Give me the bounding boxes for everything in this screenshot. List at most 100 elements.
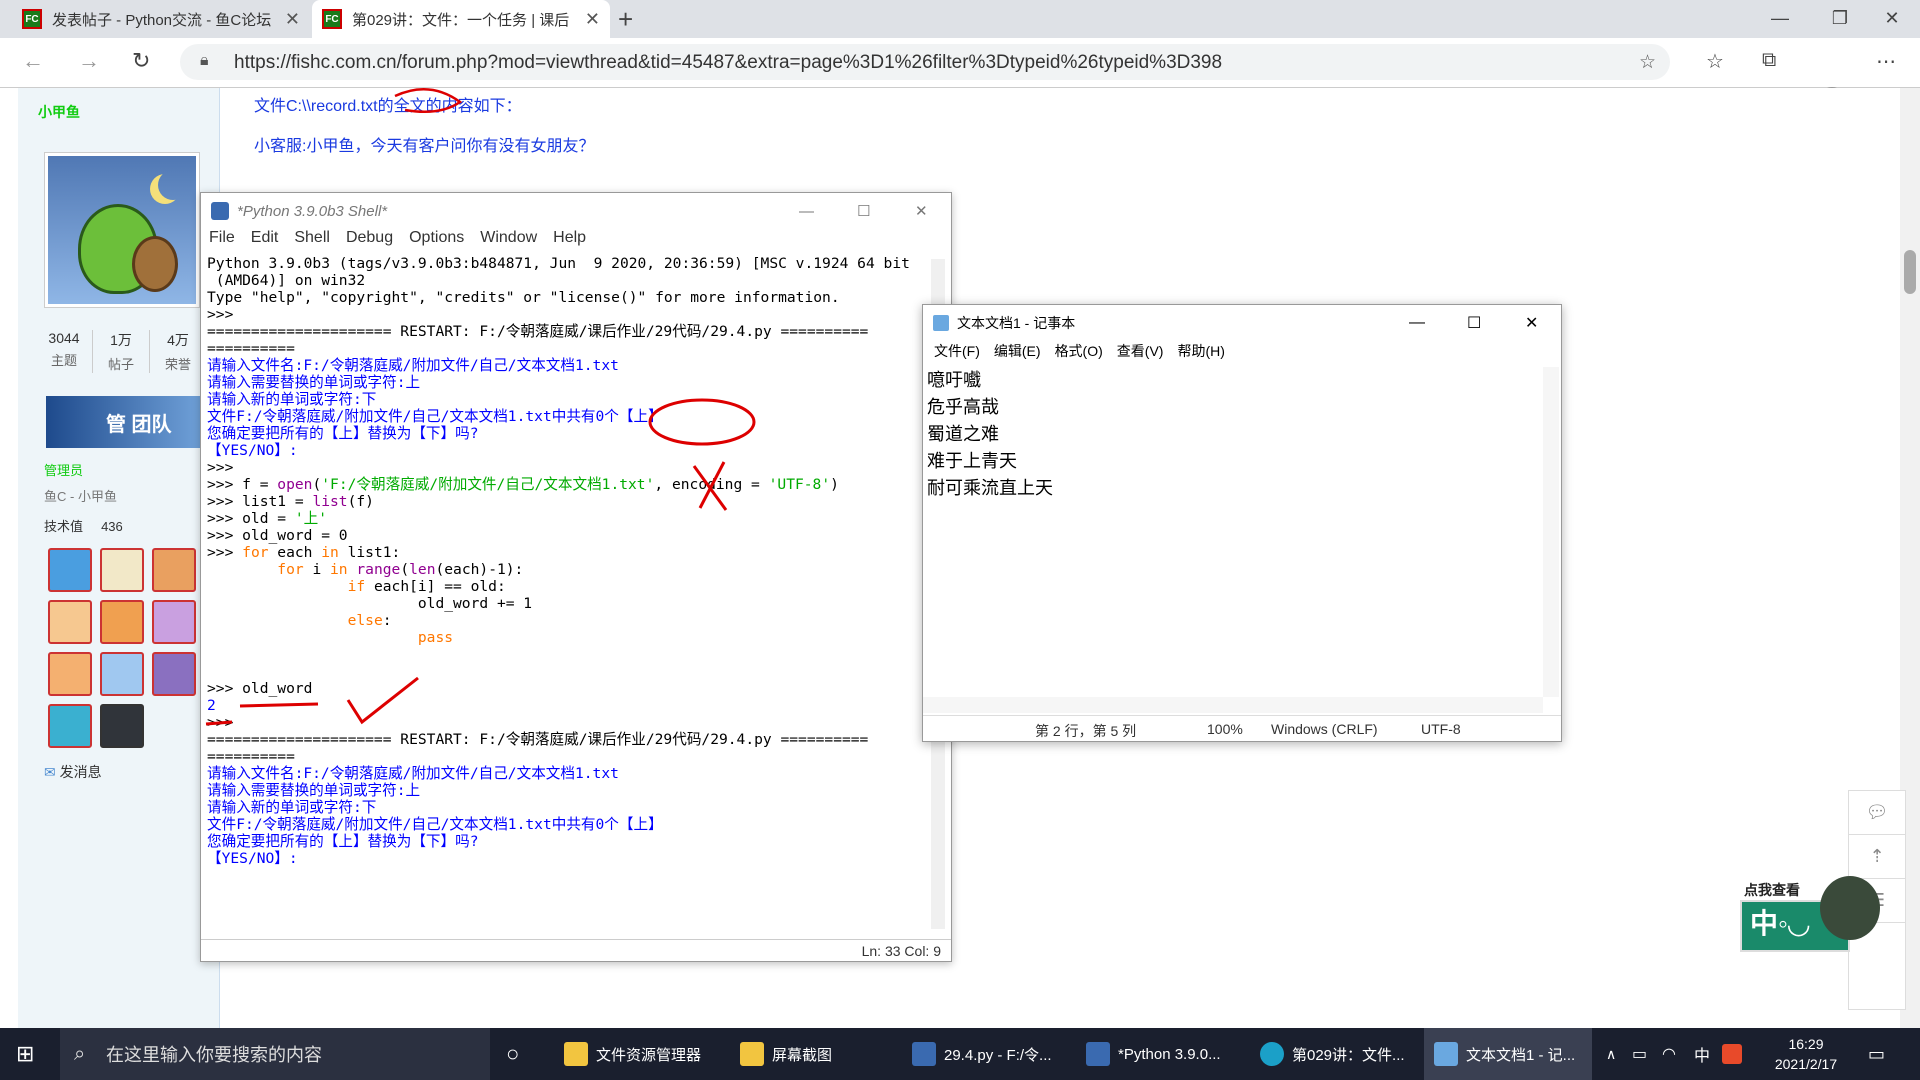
cortana-icon[interactable]: ○ [506, 1028, 519, 1080]
taskbar-search[interactable]: ⌕ 在这里输入你要搜索的内容 [60, 1028, 490, 1080]
notification-icon[interactable]: ▭ [1868, 1028, 1885, 1080]
stat-honor[interactable]: 4万 荣誉 [150, 330, 206, 373]
menu-edit[interactable]: 编辑(E) [987, 341, 1048, 365]
battery-icon[interactable]: ▭ [1632, 1028, 1647, 1080]
menu-debug[interactable]: Debug [338, 229, 401, 253]
minimize-icon[interactable]: — [799, 203, 814, 220]
stat-topics[interactable]: 3044 主题 [36, 330, 92, 373]
minimize-icon[interactable]: — [1750, 0, 1810, 36]
show-hidden-icons[interactable]: ∧ [1606, 1028, 1616, 1080]
notepad-hscrollbar[interactable] [923, 697, 1543, 713]
back-icon[interactable]: ← [22, 48, 44, 74]
favorites-icon[interactable]: ☆ [1706, 49, 1724, 74]
menu-file[interactable]: File [201, 229, 243, 253]
maximize-icon[interactable]: ☐ [857, 202, 870, 220]
moon-icon [158, 170, 188, 200]
idle-shell-window: *Python 3.9.0b3 Shell* — ☐ ✕ File Edit S… [200, 192, 952, 962]
close-icon[interactable]: ✕ [285, 9, 300, 30]
shell-output[interactable]: Python 3.9.0b3 (tags/v3.9.0b3:b484871, J… [207, 255, 925, 935]
menu-shell[interactable]: Shell [286, 229, 338, 253]
menu-format[interactable]: 格式(O) [1048, 341, 1110, 365]
menu-help[interactable]: Help [545, 229, 594, 253]
lock-icon[interactable]: 🔒︎ [200, 52, 209, 70]
menu-window[interactable]: Window [472, 229, 545, 253]
medal-icon[interactable] [48, 548, 92, 592]
close-icon[interactable]: ✕ [585, 9, 600, 30]
tab-forum-post[interactable]: FC 发表帖子 - Python交流 - 鱼C论坛 ✕ [12, 0, 310, 38]
url-text: https://fishc.com.cn/forum.php?mod=viewt… [234, 52, 1223, 73]
menu-help[interactable]: 帮助(H) [1170, 341, 1231, 365]
url-bar[interactable]: 🔒︎ https://fishc.com.cn/forum.php?mod=vi… [180, 44, 1670, 80]
windows-taskbar: ⊞ ⌕ 在这里输入你要搜索的内容 ○ 文件资源管理器 屏幕截图 29.4.py … [0, 1028, 1920, 1080]
taskbar-item-screenshots[interactable]: 屏幕截图 [740, 1028, 832, 1080]
taskbar-item-idle-shell[interactable]: *Python 3.9.0... [1086, 1028, 1221, 1080]
search-placeholder: 在这里输入你要搜索的内容 [106, 1045, 322, 1065]
menu-options[interactable]: Options [401, 229, 472, 253]
collections-icon[interactable]: ⧉ [1762, 49, 1776, 72]
close-icon[interactable]: ✕ [1525, 313, 1538, 333]
mail-icon: ✉ [44, 764, 56, 780]
notepad-icon [1434, 1042, 1458, 1066]
turtle-avatar-image [48, 156, 196, 304]
notepad-window: 文本文档1 - 记事本 — ☐ ✕ 文件(F) 编辑(E) 格式(O) 查看(V… [922, 304, 1562, 742]
forward-icon[interactable]: → [78, 48, 100, 74]
minimize-icon[interactable]: — [1409, 314, 1425, 332]
back-to-top-icon[interactable]: ⇡ [1849, 835, 1905, 879]
windows-start-icon[interactable]: ⊞ [16, 1028, 34, 1080]
taskbar-item-py-file[interactable]: 29.4.py - F:/令... [912, 1028, 1052, 1080]
add-favorite-icon[interactable]: ☆ [1639, 51, 1656, 74]
promo-text: 点我查看 [1744, 882, 1800, 898]
medal-icon[interactable] [48, 652, 92, 696]
sogou-icon[interactable] [1722, 1028, 1750, 1080]
menu-file[interactable]: 文件(F) [927, 341, 987, 365]
fishc-favicon: FC [322, 9, 342, 29]
menu-view[interactable]: 查看(V) [1110, 341, 1171, 365]
tab-lesson-029[interactable]: FC 第029讲：文件：一个任务 | 课后 ✕ [312, 0, 610, 38]
python-icon [1086, 1042, 1110, 1066]
restore-icon[interactable]: ❐ [1810, 0, 1870, 36]
address-bar-row: ← → ↻ 🔒︎ https://fishc.com.cn/forum.php?… [0, 38, 1920, 115]
author-avatar[interactable] [44, 152, 200, 308]
taskbar-item-explorer[interactable]: 文件资源管理器 [564, 1028, 701, 1080]
browser-chrome: FC 发表帖子 - Python交流 - 鱼C论坛 ✕ FC 第029讲：文件：… [0, 0, 1920, 115]
idle-menubar: File Edit Shell Debug Options Window Hel… [201, 229, 951, 253]
ime-indicator[interactable]: 中 [1694, 1028, 1710, 1080]
medal-icon[interactable] [152, 548, 196, 592]
close-window-icon[interactable]: ✕ [1862, 0, 1920, 36]
more-menu-icon[interactable]: ⋯ [1876, 49, 1896, 74]
stat-posts[interactable]: 1万 帖子 [92, 330, 150, 373]
maximize-icon[interactable]: ☐ [1467, 313, 1481, 333]
taskbar-item-edge[interactable]: 第029讲：文件... [1260, 1028, 1405, 1080]
send-message-link[interactable]: ✉ 发消息 [44, 762, 102, 782]
wifi-icon[interactable]: ◠ [1662, 1028, 1676, 1080]
idle-title: *Python 3.9.0b3 Shell* [237, 202, 388, 220]
role-label[interactable]: 管理员 [44, 460, 83, 479]
medal-icon[interactable] [152, 652, 196, 696]
close-icon[interactable]: ✕ [915, 202, 928, 220]
promo-widget[interactable]: 点我查看 中◦◡ [1740, 876, 1890, 960]
post-line-2: 小客服:小甲鱼，今天有客户问你有没有女朋友？ [254, 138, 595, 155]
folder-icon [740, 1042, 764, 1066]
comment-icon[interactable]: 💬︎ [1849, 791, 1905, 835]
refresh-icon[interactable]: ↻ [132, 48, 150, 74]
menu-edit[interactable]: Edit [243, 229, 287, 253]
author-name[interactable]: 小甲鱼 [38, 102, 80, 122]
notepad-text-area[interactable]: 噫吁嚱 危乎高哉 蜀道之难 难于上青天 耐可乘流直上天 [927, 367, 1539, 697]
medal-icon[interactable] [100, 652, 144, 696]
medal-icon[interactable] [100, 600, 144, 644]
taskbar-item-notepad[interactable]: 文本文档1 - 记... [1424, 1028, 1592, 1080]
medal-icon[interactable] [152, 600, 196, 644]
system-clock[interactable]: 16:29 2021/2/17 [1766, 1034, 1846, 1074]
new-tab-icon[interactable]: + [618, 4, 633, 35]
medal-icon[interactable] [48, 600, 92, 644]
page-scrollbar-thumb[interactable] [1904, 250, 1916, 294]
medal-icon[interactable] [100, 548, 144, 592]
notepad-vscrollbar[interactable] [1543, 367, 1559, 697]
medal-icon[interactable] [100, 704, 144, 748]
shell-line: >>> >>> f = open('F:/令朝落庭威/附加文件/自己/文本文档1… [207, 459, 869, 765]
pug-icon [1820, 876, 1880, 940]
text-line: 难于上青天 [927, 451, 1017, 471]
shell-line: 请输入文件名:F:/令朝落庭威/附加文件/自己/文本文档1.txt 请输入需要替… [207, 765, 663, 867]
shell-line: Python 3.9.0b3 (tags/v3.9.0b3:b484871, J… [207, 255, 910, 357]
medal-icon[interactable] [48, 704, 92, 748]
